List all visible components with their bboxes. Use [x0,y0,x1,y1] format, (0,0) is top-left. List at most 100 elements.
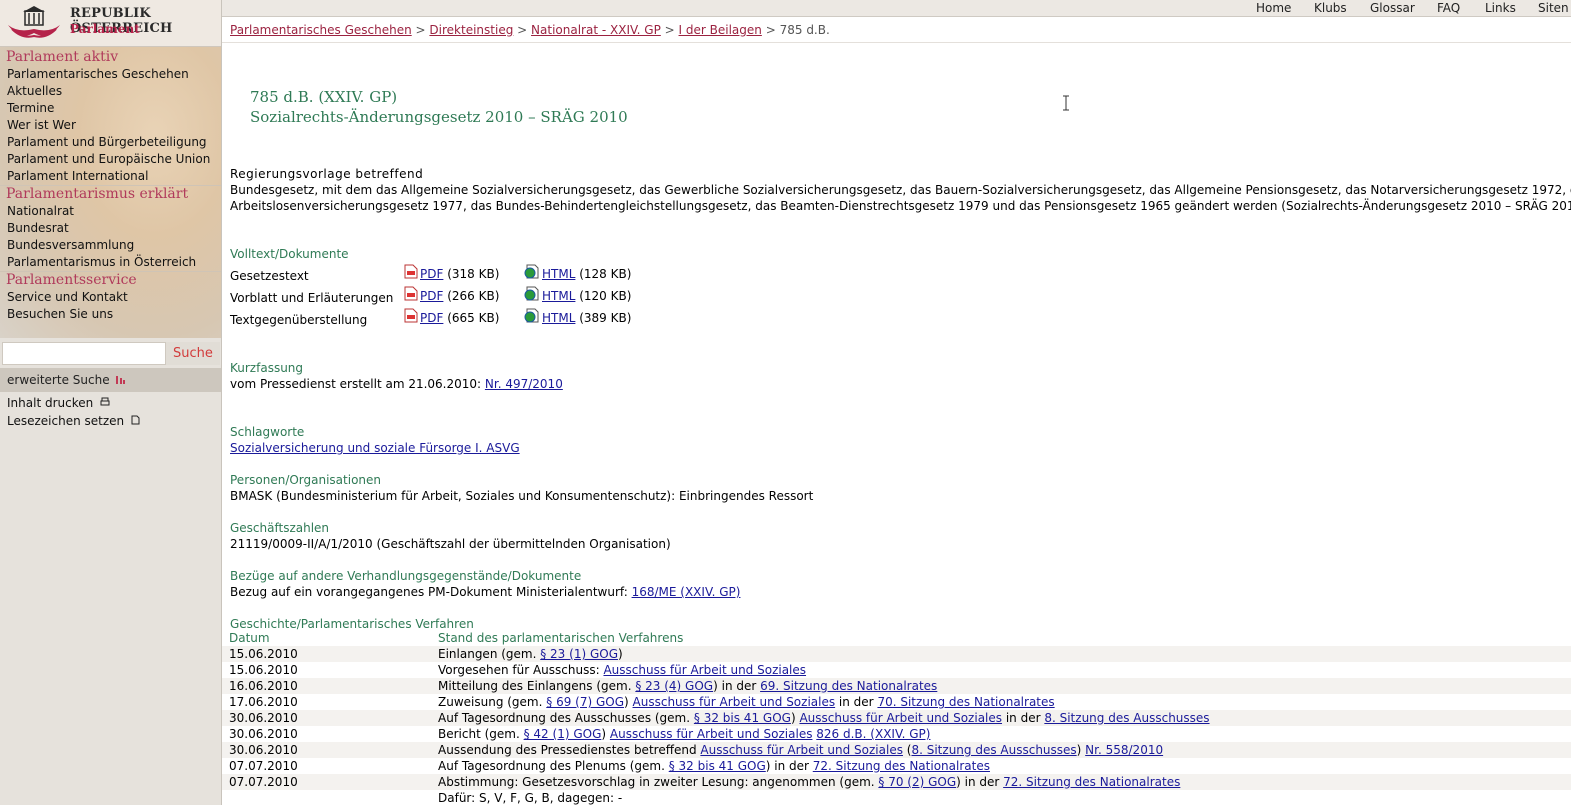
history-link[interactable]: § 23 (4) GOG [635,679,713,693]
keyword-link[interactable]: Sozialversicherung und soziale Fürsorge … [230,441,520,455]
html-link[interactable]: HTML [542,267,575,281]
history-date: 30.06.2010 [229,711,298,725]
kurzfassung-text: vom Pressedienst erstellt am 21.06.2010:… [230,377,563,391]
history-status: Einlangen (gem. § 23 (1) GOG) [438,647,623,661]
pdf-link[interactable]: PDF [420,311,443,325]
sidebar: REPUBLIK ÖSTERREICH Parlament Parlament … [0,0,222,805]
topnav-faq[interactable]: FAQ [1437,1,1460,15]
html-size: (389 KB) [579,311,632,325]
topnav-sitemap[interactable]: Siten [1538,1,1569,15]
history-link[interactable]: Ausschuss für Arbeit und Soziales [610,727,813,741]
history-link[interactable]: 72. Sitzung des Nationalrates [813,759,990,773]
history-status: Bericht (gem. § 42 (1) GOG) Ausschuss fü… [438,727,930,741]
history-link[interactable]: Nr. 558/2010 [1085,743,1163,757]
nav-item-bundesrat[interactable]: Bundesrat [7,221,69,235]
doc-html-link[interactable]: HTML (128 KB) [524,264,631,281]
doc-pdf-link[interactable]: PDF (318 KB) [404,264,499,281]
nav-item-international[interactable]: Parlament International [7,169,148,183]
history-status: Abstimmung: Gesetzesvorschlag in zweiter… [438,775,1180,789]
table-row: 07.07.2010 Auf Tagesordnung des Plenums (… [222,758,1571,774]
pdf-link[interactable]: PDF [420,267,443,281]
history-text: in der [1002,711,1045,725]
print-link[interactable]: Inhalt drucken [7,396,110,410]
history-text: Auf Tagesordnung des Plenums (gem. [438,759,669,773]
topnav-home[interactable]: Home [1256,1,1291,15]
advanced-search-label: erweiterte Suche [7,373,110,387]
breadcrumb-current: 785 d.B. [779,23,830,37]
search-input[interactable] [2,342,166,365]
history-link[interactable]: § 32 bis 41 GOG [669,759,766,773]
html-link[interactable]: HTML [542,289,575,303]
doc-pdf-link[interactable]: PDF (665 KB) [404,308,499,325]
doc-pdf-link[interactable]: PDF (266 KB) [404,286,499,303]
advanced-search-link[interactable]: erweiterte Suche [7,373,126,387]
logo-subtitle: Parlament [70,22,140,36]
bookmark-link[interactable]: Lesezeichen setzen [7,414,140,428]
section-heading-geschichte: Geschichte/Parlamentarisches Verfahren [230,617,474,631]
history-text: Auf Tagesordnung des Ausschusses (gem. [438,711,694,725]
nav-item-parlamentarismus-oesterreich[interactable]: Parlamentarismus in Österreich [7,255,196,269]
breadcrumb-item[interactable]: Nationalrat - XXIV. GP [531,23,661,37]
topnav-klubs[interactable]: Klubs [1314,1,1347,15]
history-link[interactable]: § 69 (7) GOG [546,695,624,709]
topnav-glossar[interactable]: Glossar [1370,1,1415,15]
history-link[interactable]: § 42 (1) GOG [524,727,602,741]
pdf-link[interactable]: PDF [420,289,443,303]
history-link[interactable]: 826 d.B. (XXIV. GP) [816,727,930,741]
history-link[interactable]: 8. Sitzung des Ausschusses [911,743,1076,757]
history-link[interactable]: § 70 (2) GOG [878,775,956,789]
history-link[interactable]: Ausschuss für Arbeit und Soziales [603,663,806,677]
breadcrumb-item[interactable]: I der Beilagen [679,23,762,37]
html-document-icon [524,308,539,323]
history-link[interactable]: 72. Sitzung des Nationalrates [1003,775,1180,789]
parliament-logo[interactable]: REPUBLIK ÖSTERREICH Parlament [0,0,221,47]
topnav-links[interactable]: Links [1485,1,1516,15]
history-link[interactable]: Ausschuss für Arbeit und Soziales [799,711,1002,725]
ministerialentwurf-link[interactable]: 168/ME (XXIV. GP) [632,585,741,599]
nav-item-wer-ist-wer[interactable]: Wer ist Wer [7,118,76,132]
history-text: Mitteilung des Einlangens (gem. [438,679,636,693]
history-link[interactable]: § 32 bis 41 GOG [694,711,791,725]
table-row: 30.06.2010 Aussendung des Pressedienstes … [222,742,1571,758]
history-link[interactable]: 69. Sitzung des Nationalrates [760,679,937,693]
history-link[interactable]: 8. Sitzung des Ausschusses [1044,711,1209,725]
nav-item-aktuelles[interactable]: Aktuelles [7,84,62,98]
history-link[interactable]: Ausschuss für Arbeit und Soziales [633,695,836,709]
nav-item-besuchen[interactable]: Besuchen Sie uns [7,307,113,321]
table-row: 15.06.2010 Vorgesehen für Ausschuss: Auss… [222,662,1571,678]
history-status: Auf Tagesordnung des Plenums (gem. § 32 … [438,759,990,773]
nav-section-parlamentsservice: Parlamentsservice [6,272,137,288]
nav-item-termine[interactable]: Termine [7,101,54,115]
nav-item-parlamentarisches-geschehen[interactable]: Parlamentarisches Geschehen [7,67,189,81]
breadcrumb-item[interactable]: Direkteinstieg [429,23,513,37]
doc-html-link[interactable]: HTML (389 KB) [524,308,631,325]
history-text: ) [624,695,633,709]
history-text: ) [618,647,623,661]
nav-item-bundesversammlung[interactable]: Bundesversammlung [7,238,134,252]
history-date: 16.06.2010 [229,679,298,693]
pdf-icon [404,308,418,323]
doc-html-link[interactable]: HTML (120 KB) [524,286,631,303]
history-link[interactable]: Ausschuss für Arbeit und Soziales [700,743,903,757]
personen-text: BMASK (Bundesministerium für Arbeit, Soz… [230,489,814,503]
nav-section-parlamentarismus-erklaert: Parlamentarismus erklärt [6,186,189,202]
nav-item-europaeische-union[interactable]: Parlament und Europäische Union [7,152,210,166]
table-row: Dafür: S, V, F, G, B, dagegen: - [222,790,1571,806]
nav-item-buergerbeteiligung[interactable]: Parlament und Bürgerbeteiligung [7,135,207,149]
history-link[interactable]: 70. Sitzung des Nationalrates [877,695,1054,709]
press-release-link[interactable]: Nr. 497/2010 [485,377,563,391]
history-text: ) [601,727,610,741]
nav-item-service-kontakt[interactable]: Service und Kontakt [7,290,128,304]
history-link[interactable]: § 23 (1) GOG [540,647,618,661]
regierungsvorlage-text: Bundesgesetz, mit dem das Allgemeine Soz… [230,183,1571,197]
advanced-search-bar[interactable]: erweiterte Suche [0,368,221,392]
html-link[interactable]: HTML [542,311,575,325]
doc-name: Textgegenüberstellung [230,313,368,327]
bookmark-label: Lesezeichen setzen [7,414,125,428]
history-text: Aussendung des Pressedienstes betreffend [438,743,701,757]
nav-item-nationalrat[interactable]: Nationalrat [7,204,74,218]
breadcrumb-item[interactable]: Parlamentarisches Geschehen [230,23,412,37]
history-date: 15.06.2010 [229,647,298,661]
doc-name: Vorblatt und Erläuterungen [230,291,394,305]
search-button[interactable]: Suche [166,342,220,365]
